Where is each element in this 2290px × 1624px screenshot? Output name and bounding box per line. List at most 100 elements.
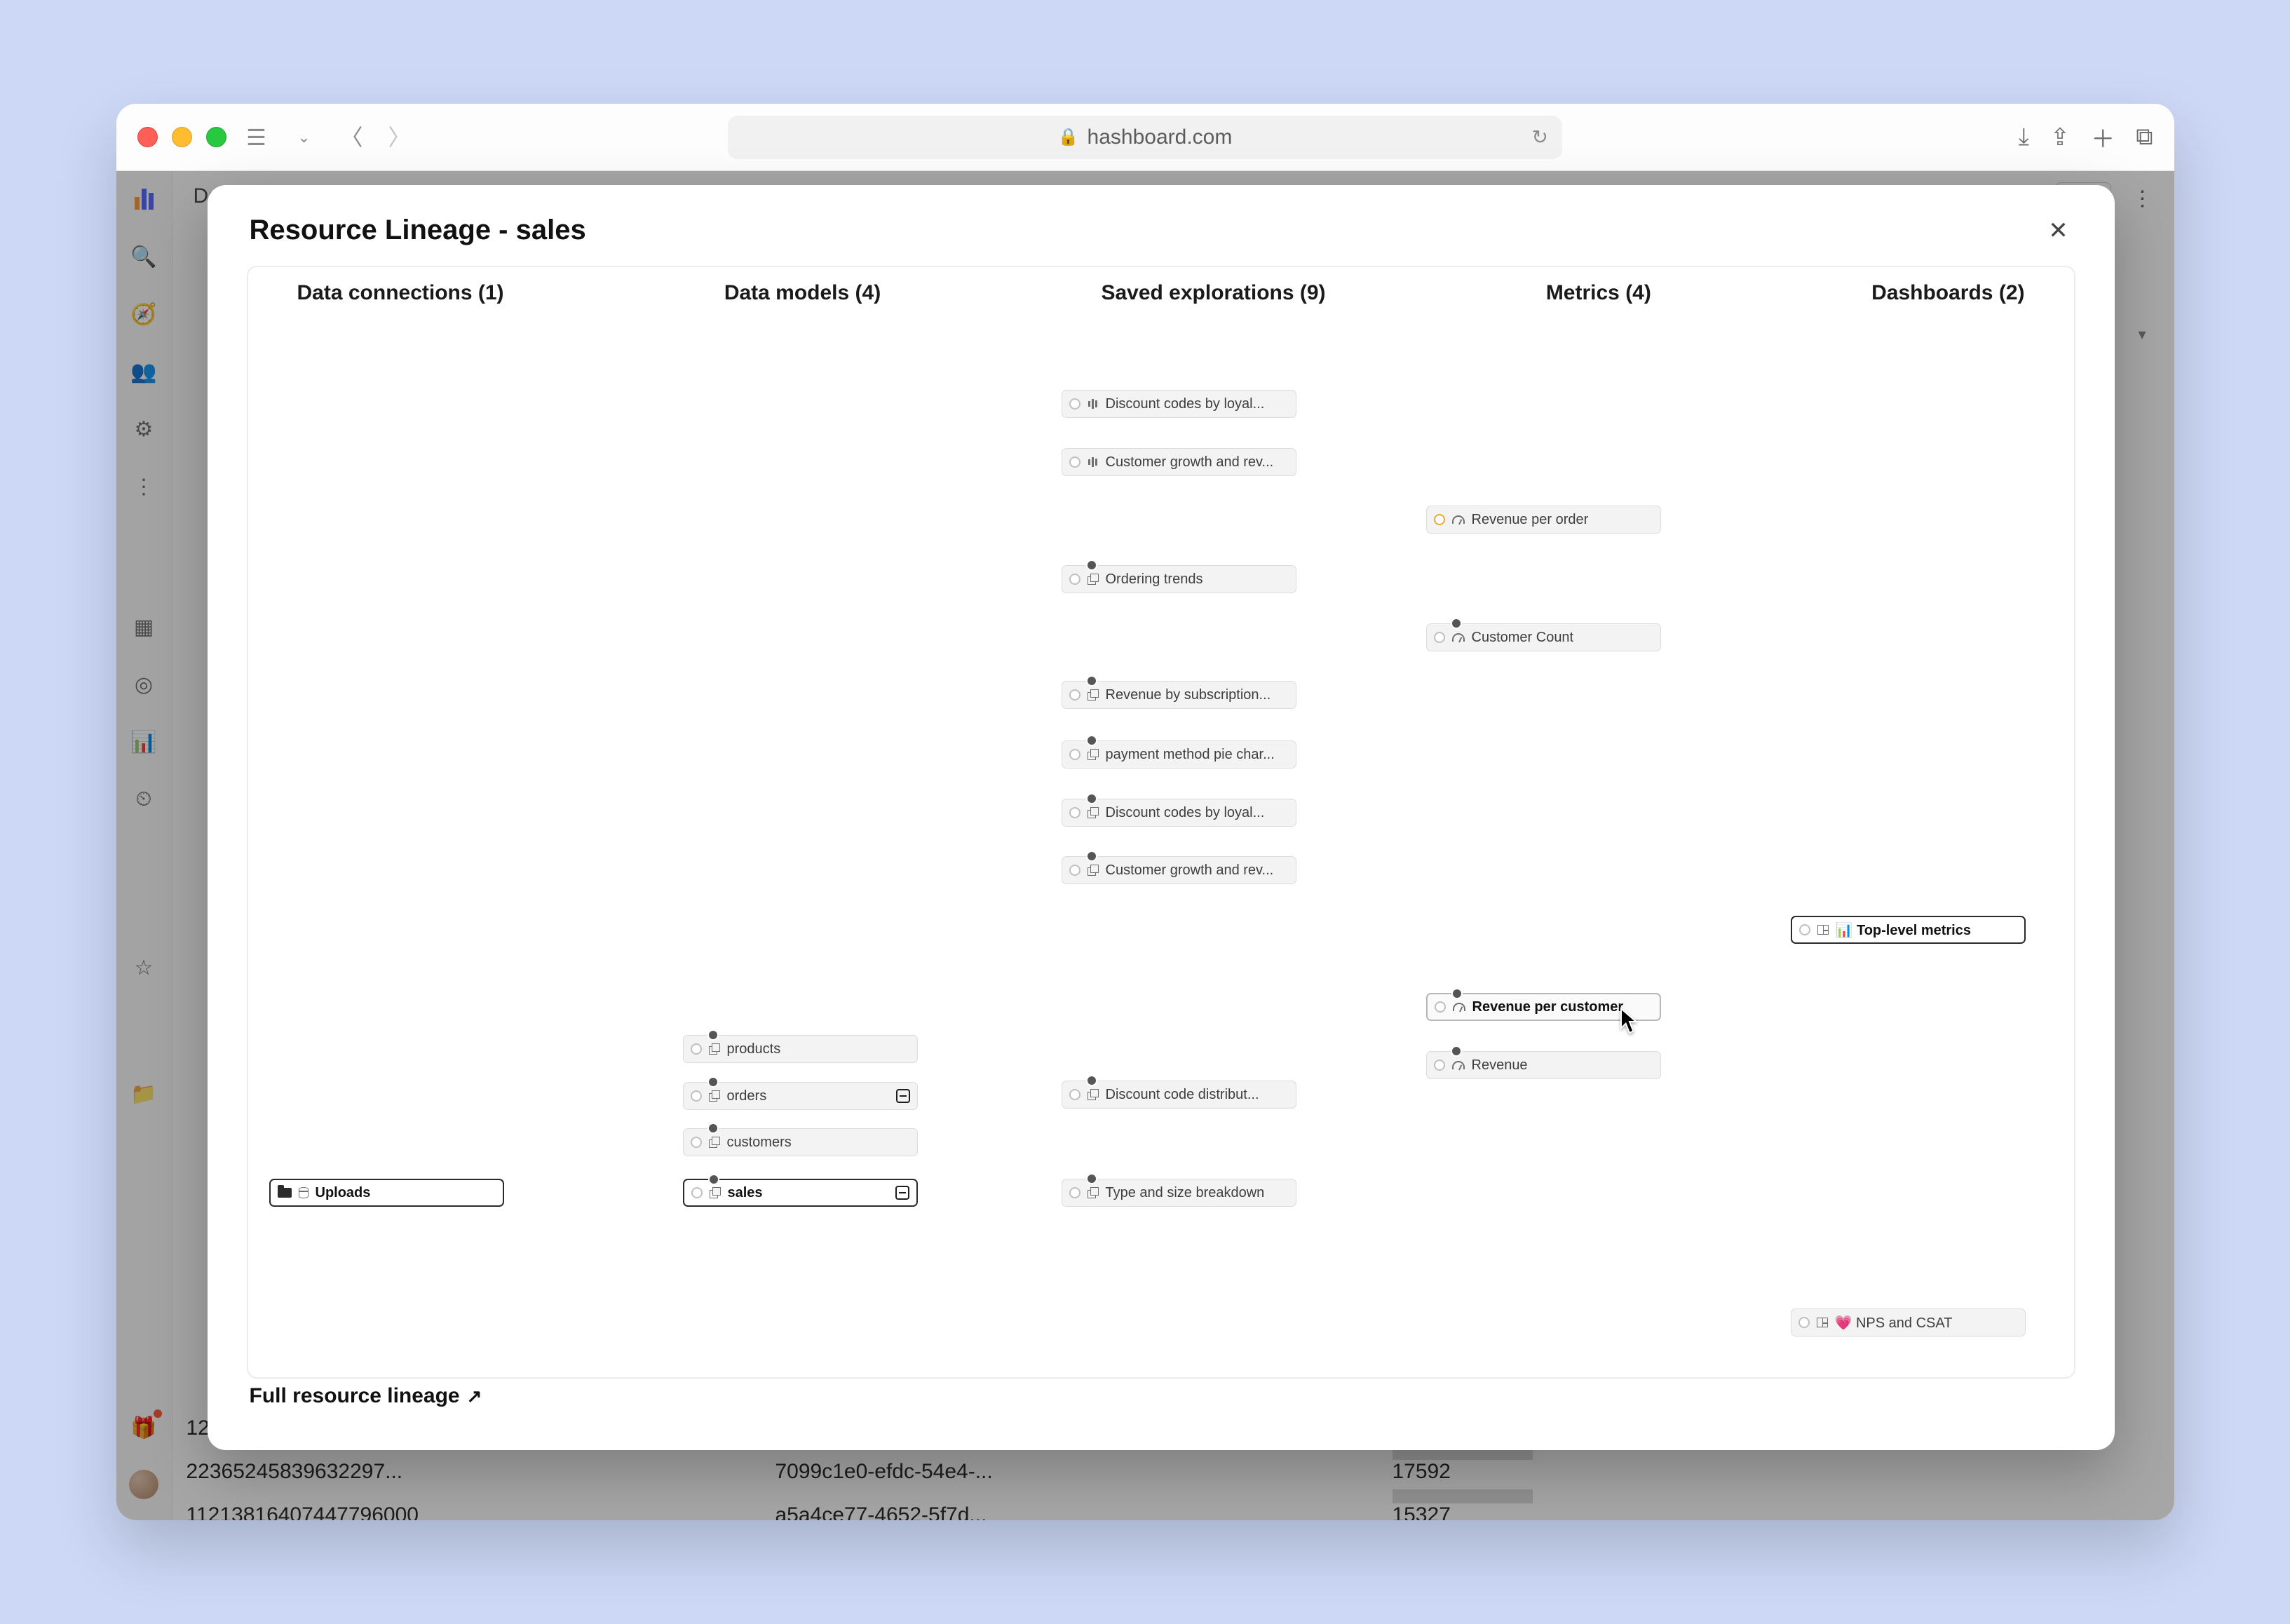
toolbar-chevron-down[interactable]: ⌄ — [287, 120, 322, 155]
traffic-lights — [137, 127, 226, 147]
node-exploration[interactable]: Type and size breakdown — [1062, 1179, 1296, 1207]
gauge-icon — [1452, 633, 1465, 642]
nav-forward-button[interactable]: 〉 — [382, 120, 417, 155]
node-label: sales — [728, 1185, 763, 1201]
node-label: Revenue per customer — [1472, 999, 1624, 1015]
tabs-button[interactable]: ⧉ — [2136, 123, 2153, 151]
toolbar-right: ⤓ ⇪ ＋ ⧉ — [2019, 120, 2153, 154]
model-icon — [1088, 865, 1099, 876]
badge-icon — [707, 1123, 719, 1134]
badge-icon — [1086, 560, 1097, 571]
node-metric-customer-count[interactable]: Customer Count — [1426, 623, 1661, 651]
node-exploration[interactable]: payment method pie char... — [1062, 740, 1296, 769]
expand-button[interactable] — [896, 1089, 910, 1103]
node-model-customers[interactable]: customers — [683, 1128, 918, 1156]
node-label: Customer growth and rev... — [1106, 862, 1274, 879]
dashboard-icon — [1817, 1318, 1828, 1327]
node-label: Revenue by subscription... — [1106, 687, 1271, 703]
node-label: Discount codes by loyal... — [1106, 805, 1265, 821]
model-icon — [1088, 689, 1099, 701]
badge-icon — [707, 1076, 719, 1088]
badge-icon — [1451, 988, 1463, 999]
node-port — [691, 1137, 702, 1148]
resource-lineage-modal: Resource Lineage - sales ✕ Data connecti… — [208, 185, 2115, 1450]
chart-icon — [1088, 457, 1099, 467]
nav-back-button[interactable]: 〈 — [334, 120, 370, 155]
node-label: Type and size breakdown — [1106, 1185, 1265, 1201]
node-label: Customer growth and rev... — [1106, 454, 1274, 471]
model-icon — [709, 1137, 720, 1148]
reload-button[interactable]: ↻ — [1532, 126, 1548, 149]
window-close-button[interactable] — [137, 127, 158, 147]
downloads-button[interactable]: ⤓ — [2019, 123, 2029, 151]
arrow-up-right-icon: ↗ — [467, 1386, 482, 1407]
folder-icon — [278, 1188, 292, 1198]
node-metric-revenue-per-customer[interactable]: Revenue per customer — [1426, 993, 1661, 1021]
titlebar: ☰ ⌄ 〈 〉 🔒 hashboard.com ↻ ⤓ ⇪ ＋ ⧉ — [116, 104, 2174, 171]
node-label: Uploads — [316, 1185, 371, 1201]
node-label: Ordering trends — [1106, 571, 1203, 588]
expand-button[interactable] — [895, 1186, 909, 1200]
window-zoom-button[interactable] — [206, 127, 226, 147]
url-host: hashboard.com — [1088, 126, 1233, 149]
node-exploration[interactable]: Ordering trends — [1062, 565, 1296, 593]
browser-window: ☰ ⌄ 〈 〉 🔒 hashboard.com ↻ ⤓ ⇪ ＋ ⧉ 🔍 🧭 👥 … — [116, 104, 2174, 1520]
url-bar[interactable]: 🔒 hashboard.com ↻ — [728, 116, 1562, 159]
node-label: Discount code distribut... — [1106, 1087, 1259, 1103]
node-exploration[interactable]: Revenue by subscription... — [1062, 681, 1296, 709]
node-exploration[interactable]: Customer growth and rev... — [1062, 448, 1296, 476]
model-icon — [1088, 574, 1099, 585]
badge-icon — [708, 1174, 719, 1185]
node-exploration[interactable]: Discount codes by loyal... — [1062, 799, 1296, 827]
gauge-icon — [1452, 515, 1465, 524]
node-metric-revenue-per-order[interactable]: Revenue per order — [1426, 506, 1661, 534]
modal-title: Resource Lineage - sales — [250, 215, 586, 246]
badge-icon — [1086, 851, 1097, 862]
model-icon — [710, 1187, 721, 1198]
full-lineage-link[interactable]: Full resource lineage ↗ — [208, 1384, 2115, 1443]
badge-icon — [1086, 735, 1097, 746]
lock-icon: 🔒 — [1058, 127, 1079, 147]
badge-icon — [707, 1029, 719, 1041]
node-model-sales[interactable]: sales — [683, 1179, 918, 1207]
badge-icon — [1086, 1173, 1097, 1184]
sidebar-toggle-button[interactable]: ☰ — [239, 120, 274, 155]
chart-icon — [1088, 399, 1099, 409]
node-exploration[interactable]: Customer growth and rev... — [1062, 856, 1296, 884]
node-label: 📊 Top-level metrics — [1836, 921, 1971, 939]
node-label: 💗 NPS and CSAT — [1835, 1314, 1953, 1332]
node-model-products[interactable]: products — [683, 1035, 918, 1063]
badge-icon — [1086, 793, 1097, 804]
lineage-canvas[interactable]: Data connections (1) Data models (4) Sav… — [247, 266, 2075, 1379]
badge-icon — [1451, 1046, 1462, 1057]
gauge-icon — [1453, 1003, 1465, 1011]
node-metric-revenue[interactable]: Revenue — [1426, 1051, 1661, 1079]
node-dashboard-nps[interactable]: 💗 NPS and CSAT — [1791, 1308, 2026, 1337]
badge-icon — [1086, 1075, 1097, 1086]
node-port — [691, 1187, 703, 1198]
app-area: 🔍 🧭 👥 ⚙ ⋮ ▦ ◎ 📊 ⏲ ☆ 📁 🎁 Data — [116, 171, 2174, 1520]
node-model-orders[interactable]: orders — [683, 1082, 918, 1110]
node-connection-uploads[interactable]: Uploads — [269, 1179, 504, 1207]
node-label: Discount codes by loyal... — [1106, 396, 1265, 412]
share-button[interactable]: ⇪ — [2050, 123, 2071, 151]
footer-label: Full resource lineage — [250, 1384, 460, 1408]
new-tab-button[interactable]: ＋ — [2091, 120, 2115, 154]
node-label: products — [727, 1041, 781, 1057]
node-dashboard-top-level[interactable]: 📊 Top-level metrics — [1791, 916, 2026, 944]
dashboard-icon — [1817, 925, 1829, 935]
node-exploration[interactable]: Discount code distribut... — [1062, 1081, 1296, 1109]
model-icon — [1088, 1089, 1099, 1100]
model-icon — [1088, 749, 1099, 760]
model-icon — [1088, 807, 1099, 818]
lineage-nodes: Uploads products orders — [248, 267, 2074, 1377]
database-icon — [299, 1187, 309, 1198]
gauge-icon — [1452, 1061, 1465, 1069]
node-exploration[interactable]: Discount codes by loyal... — [1062, 390, 1296, 418]
close-button[interactable]: ✕ — [2045, 217, 2073, 245]
node-label: customers — [727, 1135, 792, 1151]
window-minimize-button[interactable] — [172, 127, 192, 147]
node-label: Revenue — [1472, 1057, 1528, 1074]
model-icon — [1088, 1187, 1099, 1198]
node-label: orders — [727, 1088, 767, 1104]
